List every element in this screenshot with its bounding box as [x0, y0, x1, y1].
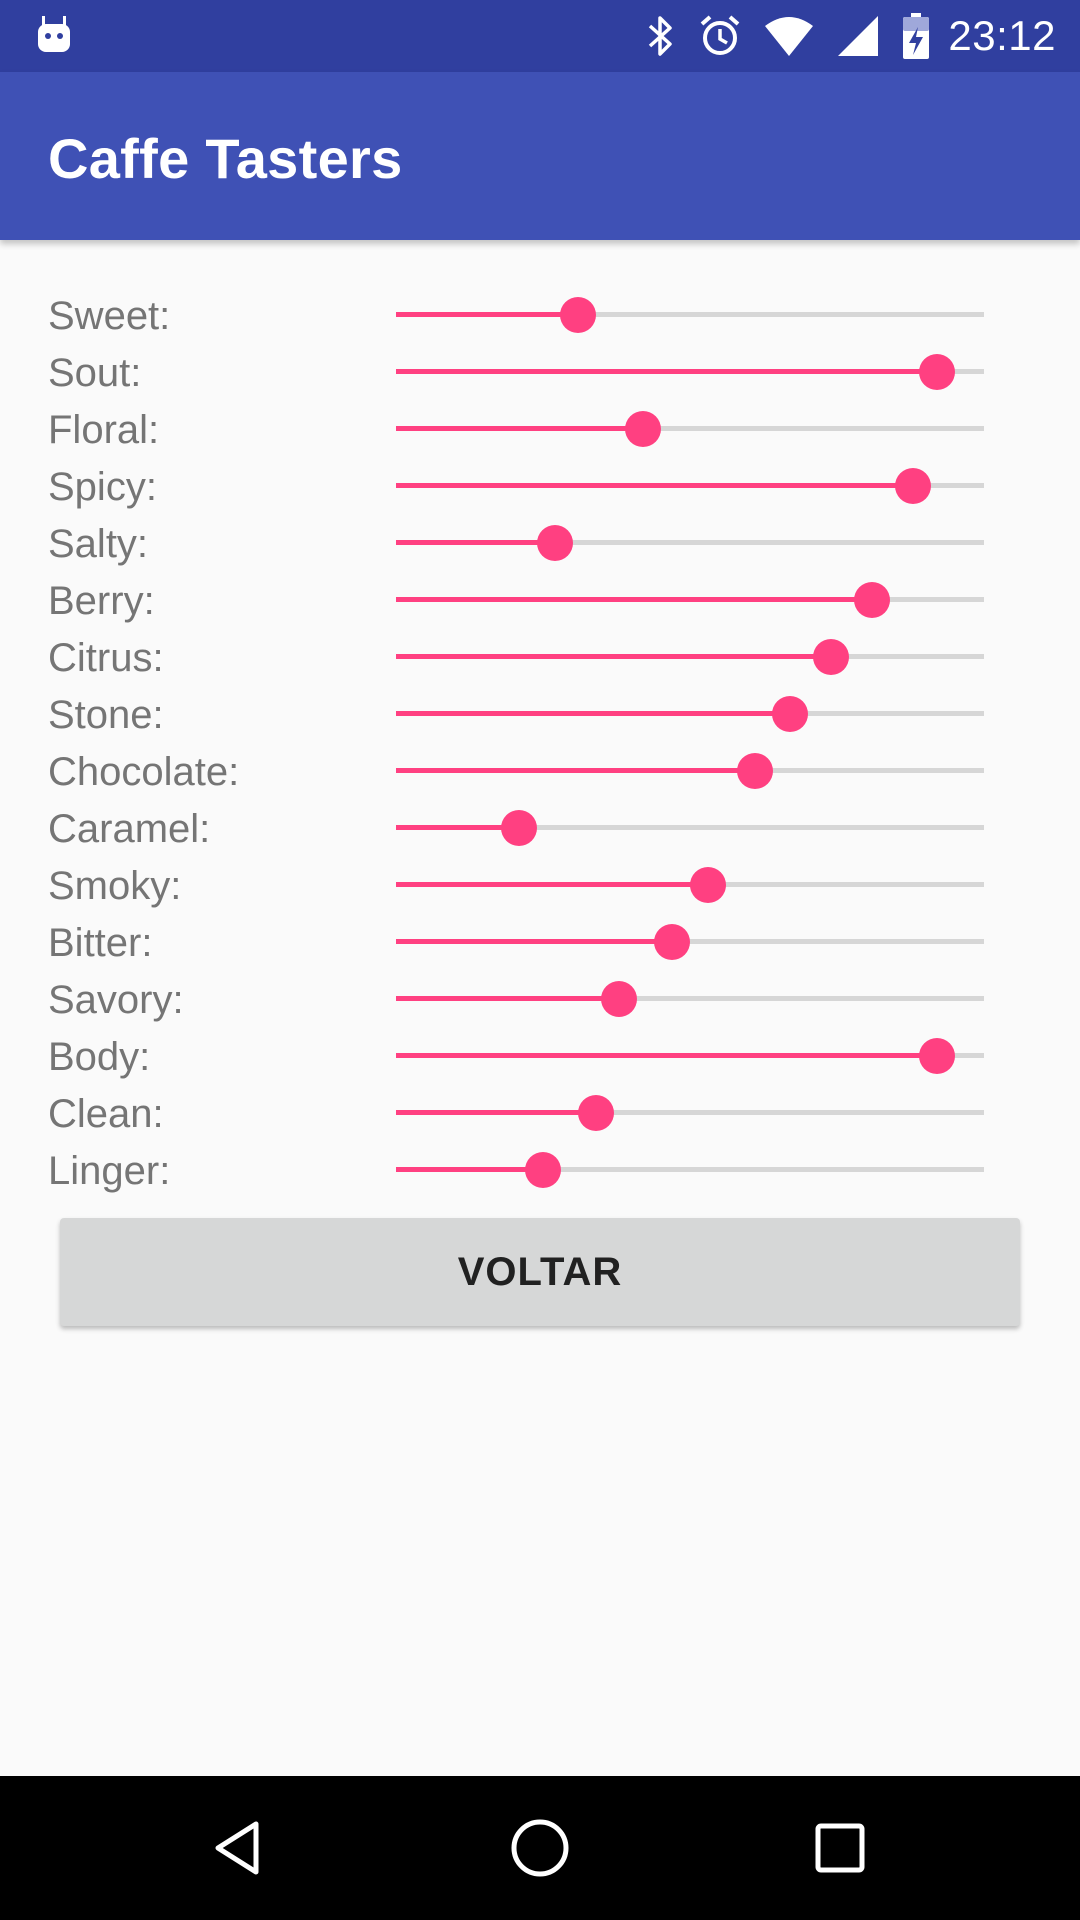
slider-thumb[interactable]: [918, 354, 955, 390]
slider-thumb[interactable]: [854, 582, 891, 618]
taste-row: Salty:: [0, 514, 1080, 571]
taste-slider[interactable]: [396, 1084, 984, 1141]
slider-fill: [396, 711, 790, 716]
slider-thumb[interactable]: [624, 411, 661, 447]
slider-fill: [396, 996, 620, 1001]
slider-thumb[interactable]: [536, 525, 573, 561]
taste-row: Floral:: [0, 400, 1080, 457]
status-clock: 23:12: [948, 12, 1056, 59]
bluetooth-icon: [646, 14, 676, 58]
slider-thumb[interactable]: [560, 297, 597, 333]
taste-slider[interactable]: [396, 343, 984, 400]
taste-slider-list: Sweet: Sout: Floral: Spicy: Salty: Berry: Citr…: [0, 286, 1080, 1198]
slider-thumb[interactable]: [525, 1152, 561, 1188]
voltar-button[interactable]: VOLTAR: [60, 1218, 1020, 1326]
slider-fill: [396, 369, 937, 374]
taste-label: Berry:: [48, 579, 155, 623]
taste-row: Chocolate:: [0, 742, 1080, 799]
slider-fill: [396, 312, 579, 317]
taste-slider[interactable]: [396, 799, 984, 856]
taste-row: Caramel:: [0, 799, 1080, 856]
taste-label: Smoky:: [48, 864, 182, 908]
wifi-icon: [764, 14, 814, 58]
slider-fill: [396, 540, 555, 545]
taste-label: Caramel:: [48, 807, 211, 851]
taste-label: Spicy:: [48, 465, 157, 509]
taste-row: Sweet:: [0, 286, 1080, 343]
taste-row: Linger:: [0, 1141, 1080, 1198]
recents-icon[interactable]: [804, 1812, 876, 1884]
taste-label: Chocolate:: [48, 750, 240, 794]
taste-label: Salty:: [48, 522, 149, 566]
slider-thumb[interactable]: [654, 924, 691, 960]
slider-fill: [396, 654, 832, 659]
taste-label: Body:: [48, 1035, 151, 1079]
android-notification-icon: [36, 14, 72, 54]
slider-thumb[interactable]: [771, 696, 808, 732]
slider-thumb[interactable]: [736, 753, 773, 789]
navigation-bar: [0, 1776, 1080, 1920]
taste-slider[interactable]: [396, 970, 984, 1027]
slider-thumb[interactable]: [577, 1095, 614, 1131]
alarm-icon: [698, 14, 742, 58]
slider-thumb[interactable]: [918, 1038, 955, 1074]
taste-slider[interactable]: [396, 913, 984, 970]
taste-slider[interactable]: [396, 1027, 984, 1084]
taste-slider[interactable]: [396, 742, 984, 799]
slider-fill: [396, 1167, 543, 1172]
taste-row: Smoky:: [0, 856, 1080, 913]
slider-fill: [396, 768, 755, 773]
slider-fill: [396, 1053, 937, 1058]
taste-label: Linger:: [48, 1149, 171, 1193]
battery-charging-icon: [902, 13, 930, 59]
taste-slider[interactable]: [396, 856, 984, 913]
taste-row: Stone:: [0, 685, 1080, 742]
slider-fill: [396, 939, 673, 944]
taste-row: Clean:: [0, 1084, 1080, 1141]
taste-slider[interactable]: [396, 286, 984, 343]
cell-signal-icon: [836, 14, 880, 58]
status-bar: 23:12: [0, 0, 1080, 72]
taste-row: Body:: [0, 1027, 1080, 1084]
slider-thumb[interactable]: [689, 867, 726, 903]
taste-label: Floral:: [48, 408, 160, 452]
taste-row: Citrus:: [0, 628, 1080, 685]
taste-row: Sout:: [0, 343, 1080, 400]
slider-fill: [396, 1110, 596, 1115]
taste-slider[interactable]: [396, 628, 984, 685]
taste-label: Bitter:: [48, 921, 153, 965]
taste-label: Sout:: [48, 351, 142, 395]
taste-slider[interactable]: [396, 514, 984, 571]
taste-row: Berry:: [0, 571, 1080, 628]
taste-label: Stone:: [48, 693, 164, 737]
taste-slider[interactable]: [396, 400, 984, 457]
taste-slider[interactable]: [396, 685, 984, 742]
taste-row: Savory:: [0, 970, 1080, 1027]
taste-row: Bitter:: [0, 913, 1080, 970]
taste-label: Sweet:: [48, 294, 171, 338]
slider-fill: [396, 597, 873, 602]
slider-thumb[interactable]: [601, 981, 638, 1017]
slider-thumb[interactable]: [501, 810, 538, 846]
taste-label: Clean:: [48, 1092, 164, 1136]
taste-slider[interactable]: [396, 1141, 984, 1198]
slider-thumb[interactable]: [895, 468, 932, 504]
app-title: Caffe Tasters: [48, 127, 403, 190]
taste-slider[interactable]: [396, 457, 984, 514]
slider-fill: [396, 882, 708, 887]
taste-row: Spicy:: [0, 457, 1080, 514]
slider-fill: [396, 426, 643, 431]
taste-slider[interactable]: [396, 571, 984, 628]
app-bar: Caffe Tasters: [0, 72, 1080, 240]
home-icon[interactable]: [504, 1812, 576, 1884]
taste-label: Savory:: [48, 978, 184, 1022]
slider-fill: [396, 483, 914, 488]
slider-thumb[interactable]: [813, 639, 850, 675]
taste-label: Citrus:: [48, 636, 164, 680]
back-icon[interactable]: [204, 1812, 276, 1884]
